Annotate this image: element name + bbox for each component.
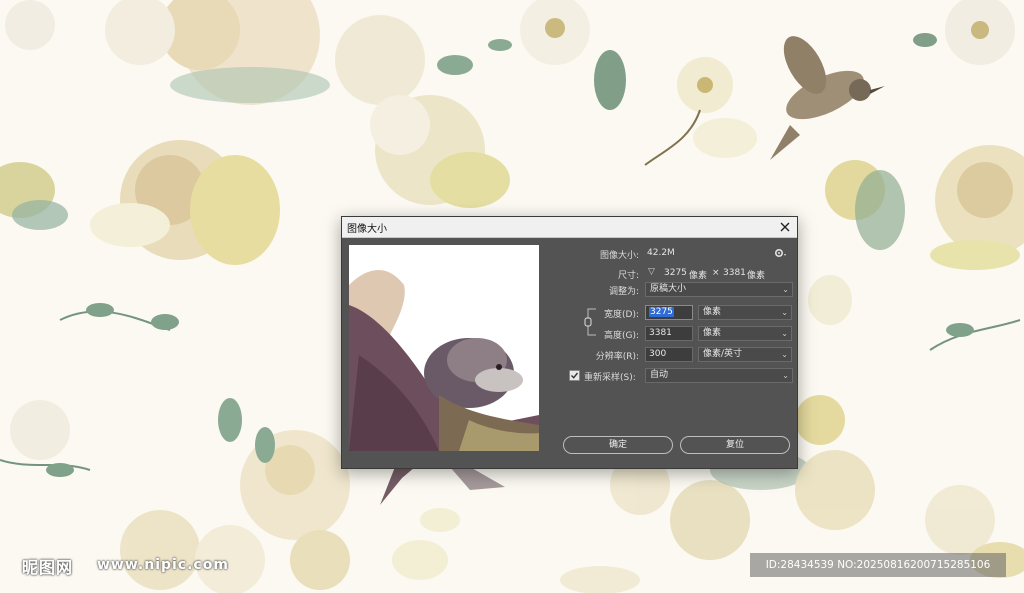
chevron-down-icon: ⌄: [781, 308, 788, 317]
resample-value: 自动: [650, 370, 669, 380]
resolution-input[interactable]: 300: [645, 347, 693, 362]
fit-to-select[interactable]: 原稿大小 ⌄: [645, 282, 793, 297]
dimensions-width: 3275: [664, 268, 687, 278]
resolution-label: 分辨率(R):: [595, 352, 639, 362]
resample-label: 重新采样(S):: [584, 373, 636, 383]
checkmark-icon: [571, 372, 579, 379]
resolution-unit: 像素/英寸: [703, 349, 743, 359]
gear-icon[interactable]: [774, 247, 788, 259]
watermark-logo: 昵图网: [22, 558, 74, 577]
ok-button[interactable]: 确定: [563, 436, 673, 454]
width-label: 宽度(D):: [604, 310, 639, 320]
resolution-unit-select[interactable]: 像素/英寸 ⌄: [698, 347, 792, 362]
dimensions-unit1: 像素: [689, 271, 708, 281]
height-label: 高度(G):: [603, 331, 639, 341]
chevron-down-icon: ⌄: [781, 350, 788, 359]
resample-select[interactable]: 自动 ⌄: [645, 368, 793, 383]
dimensions-times: ×: [712, 268, 720, 278]
resample-checkbox[interactable]: [569, 370, 580, 381]
dimensions-height: 3381: [723, 268, 746, 278]
image-preview[interactable]: [349, 245, 539, 451]
dimensions-dropdown-icon[interactable]: ▽: [648, 267, 655, 277]
width-unit: 像素: [703, 307, 722, 317]
dimensions-unit2: 像素: [747, 271, 766, 281]
fit-to-value: 原稿大小: [650, 284, 687, 294]
watermark-url: www.nipic.com: [97, 557, 229, 573]
width-value: 3275: [649, 307, 674, 317]
image-size-value: 42.2M: [647, 248, 675, 258]
width-unit-select[interactable]: 像素 ⌄: [698, 305, 792, 320]
image-size-dialog: 图像大小 图像大小: 42.2M 尺寸: ▽ 3275 像素 × 3381 像素: [341, 216, 798, 469]
bird-preview-image: [349, 245, 539, 451]
height-input[interactable]: 3381: [645, 326, 693, 341]
reset-button[interactable]: 复位: [680, 436, 790, 454]
chevron-down-icon: ⌄: [781, 329, 788, 338]
close-icon[interactable]: [777, 219, 793, 235]
resolution-value: 300: [649, 349, 667, 359]
height-value: 3381: [649, 328, 672, 338]
watermark-id-strip: ID:28434539 NO:20250816200715285106: [750, 553, 1006, 577]
fit-to-label: 调整为:: [608, 287, 639, 297]
image-size-label: 图像大小:: [599, 251, 639, 261]
height-unit-select[interactable]: 像素 ⌄: [698, 326, 792, 341]
width-input[interactable]: 3275: [645, 305, 693, 320]
height-unit: 像素: [703, 328, 722, 338]
chevron-down-icon: ⌄: [782, 371, 789, 380]
dialog-title: 图像大小: [347, 224, 387, 235]
dialog-titlebar[interactable]: 图像大小: [342, 217, 797, 238]
chevron-down-icon: ⌄: [782, 285, 789, 294]
dimensions-label: 尺寸:: [617, 271, 639, 281]
